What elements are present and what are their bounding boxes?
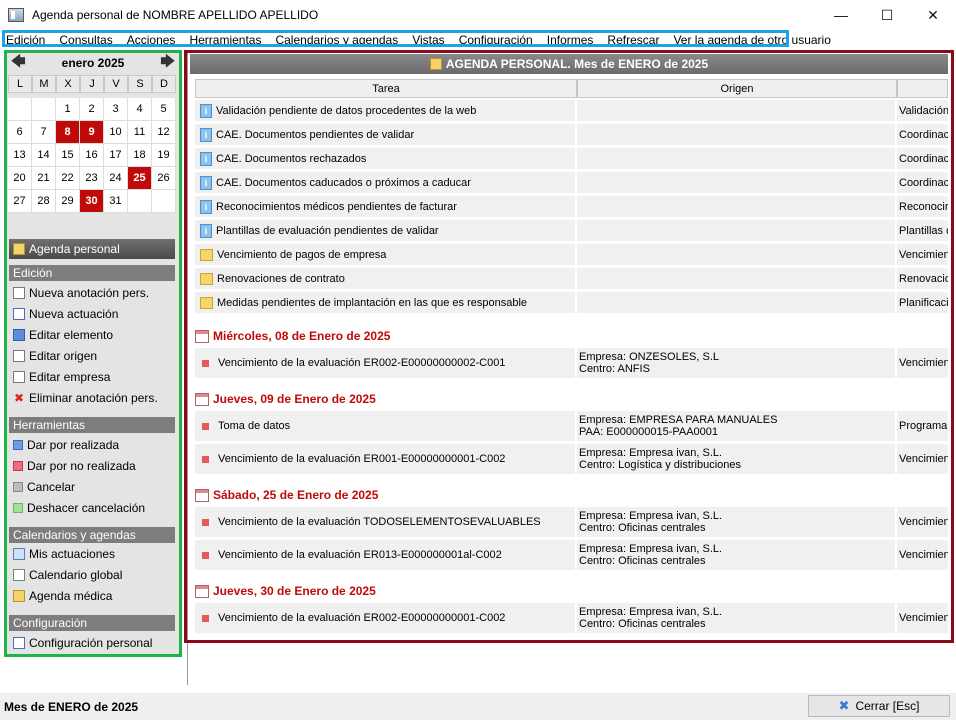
title-bar: Agenda personal de NOMBRE APELLIDO APELL…: [0, 0, 956, 30]
left-panel-highlight-outline: [4, 50, 182, 657]
main-panel-highlight-outline: [184, 50, 954, 643]
minimize-icon[interactable]: —: [818, 0, 864, 30]
window-title: Agenda personal de NOMBRE APELLIDO APELL…: [32, 8, 319, 22]
menu-highlight-outline: [2, 30, 789, 47]
maximize-icon[interactable]: ☐: [864, 0, 910, 30]
close-x-icon: ✖: [838, 698, 850, 713]
status-text: Mes de ENERO de 2025: [4, 699, 139, 714]
window-controls: — ☐ ✕: [818, 0, 956, 30]
close-button[interactable]: ✖ Cerrar [Esc]: [808, 695, 950, 717]
close-icon[interactable]: ✕: [910, 0, 956, 30]
app-icon: [8, 8, 24, 22]
